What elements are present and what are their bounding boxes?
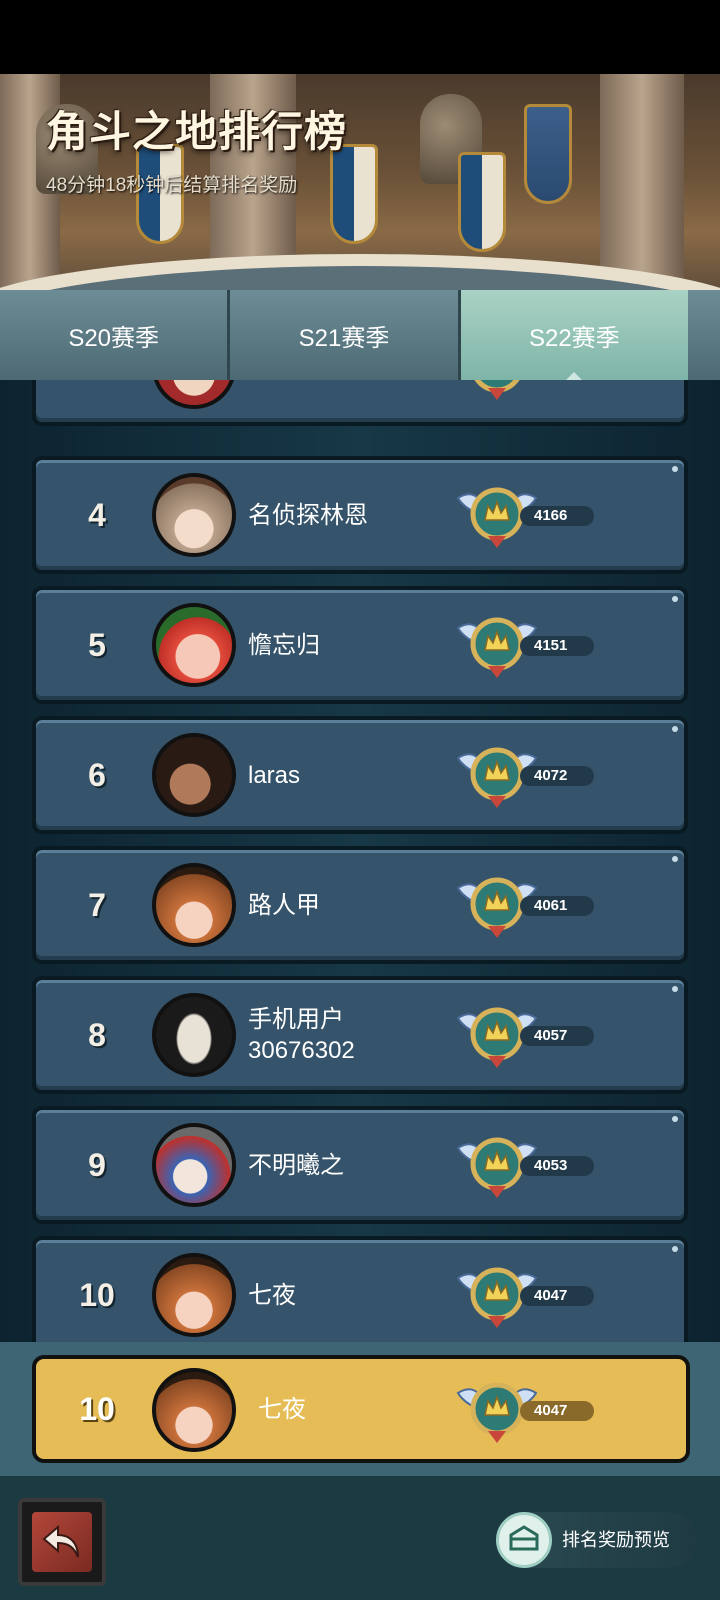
avatar xyxy=(152,1123,236,1207)
shield-decoration xyxy=(524,104,572,204)
back-button[interactable] xyxy=(18,1498,106,1586)
leaderboard-row[interactable]: 3 某大灶 4223 xyxy=(32,380,688,426)
avatar xyxy=(152,863,236,947)
rank-number: 10 xyxy=(79,1276,115,1313)
score-value: 4072 xyxy=(520,766,594,786)
player-name: 不明曦之 xyxy=(248,1151,344,1179)
winged-crown-emblem-icon xyxy=(474,380,520,400)
score-value: 4053 xyxy=(520,1156,594,1176)
avatar xyxy=(152,473,236,557)
page-title: 角斗之地排行榜 xyxy=(46,108,348,155)
settlement-countdown: 48分钟18秒钟后结算排名奖励 xyxy=(46,175,298,196)
player-name: 某大灶 xyxy=(248,380,418,422)
player-name: laras xyxy=(248,761,301,789)
rank-number: 4 xyxy=(88,496,106,533)
avatar xyxy=(152,1253,236,1337)
reward-preview-label: 排名奖励预览 xyxy=(562,1530,670,1550)
my-score-value: 4047 xyxy=(520,1401,594,1421)
tab-s21[interactable]: S21赛季 xyxy=(230,290,461,380)
avatar xyxy=(152,733,236,817)
leaderboard-row[interactable]: 8 手机用户30676302 4057 xyxy=(32,976,688,1094)
rank-number: 8 xyxy=(88,1016,106,1053)
tab-s22[interactable]: S22赛季 xyxy=(460,290,688,382)
reward-chest-icon xyxy=(496,1512,552,1568)
leaderboard-row[interactable]: 10 七夜 4047 xyxy=(32,1236,688,1342)
score-value: 4057 xyxy=(520,1026,594,1046)
my-rank-number: 10 xyxy=(79,1390,115,1427)
shield-decoration xyxy=(330,144,378,244)
my-player-name: 七夜 xyxy=(258,1395,306,1423)
score-value: 4151 xyxy=(520,636,594,656)
tab-s20[interactable]: S20赛季 xyxy=(0,290,231,380)
avatar xyxy=(152,603,236,687)
rank-number: 9 xyxy=(88,1146,106,1183)
pillar-decoration xyxy=(600,74,684,300)
score-value: 4061 xyxy=(520,896,594,916)
status-bar xyxy=(0,0,720,74)
player-name: 手机用户30676302 xyxy=(248,1006,355,1064)
season-tabs: S20赛季 S21赛季 S22赛季 xyxy=(0,290,720,382)
leaderboard-row[interactable]: 9 不明曦之 4053 xyxy=(32,1106,688,1224)
leaderboard-row[interactable]: 6 laras 4072 xyxy=(32,716,688,834)
rank-number: 6 xyxy=(88,756,106,793)
leaderboard-row[interactable]: 7 路人甲 4061 xyxy=(32,846,688,964)
rank-number: 7 xyxy=(88,886,106,923)
player-name: 名侦探林恩 xyxy=(248,501,368,529)
score-value: 4047 xyxy=(520,1286,594,1306)
player-name: 憺忘归 xyxy=(248,631,320,659)
rank-number: 5 xyxy=(88,626,106,663)
avatar xyxy=(152,993,236,1077)
my-rank-row[interactable]: 10 七夜 4047 xyxy=(32,1355,690,1463)
avatar xyxy=(152,1368,236,1452)
back-arrow-icon xyxy=(32,1512,92,1572)
reward-preview-button[interactable]: 排名奖励预览 xyxy=(496,1512,696,1568)
leaderboard-list[interactable]: 3 某大灶 4223 4 名侦探林恩 4166 5 憺忘归 xyxy=(0,380,720,1342)
player-name: 路人甲 xyxy=(248,891,320,919)
shield-decoration xyxy=(458,152,506,252)
avatar xyxy=(152,380,236,409)
leaderboard-row[interactable]: 4 名侦探林恩 4166 xyxy=(32,456,688,574)
player-name: 七夜 xyxy=(248,1281,296,1309)
score-value: 4166 xyxy=(520,506,594,526)
leaderboard-row[interactable]: 5 憺忘归 4151 xyxy=(32,586,688,704)
